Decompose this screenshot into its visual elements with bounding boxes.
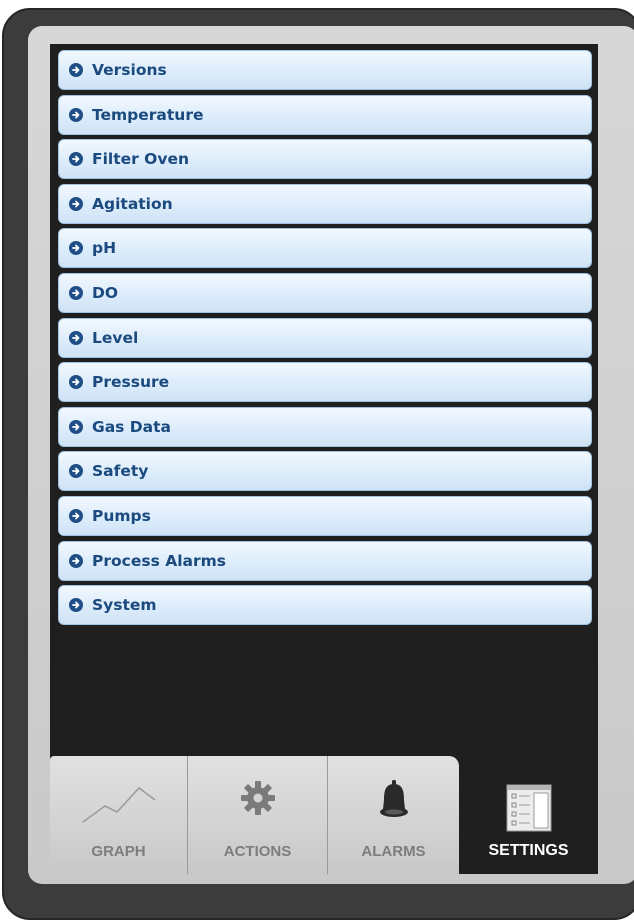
- arrow-circle-right-icon: [69, 330, 83, 345]
- menu-item-label: Versions: [92, 61, 167, 79]
- bell-icon: [372, 778, 416, 826]
- arrow-circle-right-icon: [69, 107, 83, 122]
- tab-graph[interactable]: GRAPH: [50, 756, 188, 874]
- gear-icon: [238, 778, 278, 822]
- arrow-circle-right-icon: [69, 152, 83, 167]
- arrow-circle-right-icon: [69, 241, 83, 256]
- menu-item-pumps[interactable]: Pumps: [58, 495, 592, 536]
- tab-label: GRAPH: [91, 843, 146, 860]
- arrow-circle-right-icon: [69, 375, 83, 390]
- tab-actions[interactable]: ACTIONS: [188, 756, 328, 874]
- menu-item-label: Pressure: [92, 373, 170, 392]
- arrow-circle-right-icon: [69, 63, 83, 77]
- settings-menu-list: Versions Temperature Filter Oven Agitati…: [58, 50, 592, 630]
- menu-item-do[interactable]: DO: [58, 272, 592, 313]
- tab-settings[interactable]: SETTINGS: [459, 776, 598, 874]
- menu-item-level[interactable]: Level: [58, 317, 592, 358]
- arrow-circle-right-icon: [69, 508, 83, 523]
- arrow-circle-right-icon: [69, 196, 83, 211]
- menu-item-label: Pumps: [92, 506, 151, 525]
- menu-item-safety[interactable]: Safety: [58, 451, 592, 492]
- menu-item-label: Gas Data: [92, 417, 171, 436]
- arrow-circle-right-icon: [69, 419, 83, 434]
- menu-item-label: Safety: [92, 462, 149, 481]
- menu-item-pressure[interactable]: Pressure: [58, 362, 592, 403]
- menu-item-filter-oven[interactable]: Filter Oven: [58, 139, 592, 180]
- arrow-circle-right-icon: [69, 464, 83, 479]
- menu-item-label: DO: [92, 283, 119, 302]
- menu-item-label: System: [92, 596, 157, 615]
- menu-item-process-alarms[interactable]: Process Alarms: [58, 540, 592, 581]
- tab-label: ACTIONS: [223, 843, 292, 860]
- menu-item-label: Process Alarms: [92, 551, 226, 570]
- app-screen: Versions Temperature Filter Oven Agitati…: [50, 44, 598, 874]
- arrow-circle-right-icon: [69, 598, 83, 613]
- arrow-circle-right-icon: [69, 285, 83, 300]
- menu-item-ph[interactable]: pH: [58, 228, 592, 269]
- menu-item-versions[interactable]: Versions: [58, 50, 592, 90]
- menu-item-temperature[interactable]: Temperature: [58, 94, 592, 135]
- arrow-circle-right-icon: [69, 553, 83, 568]
- bottom-tab-bar: GRAPH ACTIONS ALARMS SETTINGS: [50, 756, 598, 874]
- menu-item-label: Agitation: [92, 194, 173, 213]
- tab-label: SETTINGS: [488, 842, 569, 859]
- menu-item-system[interactable]: System: [58, 585, 592, 626]
- line-graph-icon: [79, 778, 159, 832]
- tab-alarms[interactable]: ALARMS: [328, 756, 459, 874]
- settings-panel-icon: [506, 784, 552, 836]
- menu-item-gas-data[interactable]: Gas Data: [58, 406, 592, 447]
- menu-item-label: pH: [92, 239, 117, 258]
- menu-item-label: Filter Oven: [92, 150, 190, 169]
- tab-label: ALARMS: [361, 843, 426, 860]
- menu-item-agitation[interactable]: Agitation: [58, 183, 592, 224]
- menu-item-label: Level: [92, 328, 139, 347]
- menu-item-label: Temperature: [92, 105, 204, 124]
